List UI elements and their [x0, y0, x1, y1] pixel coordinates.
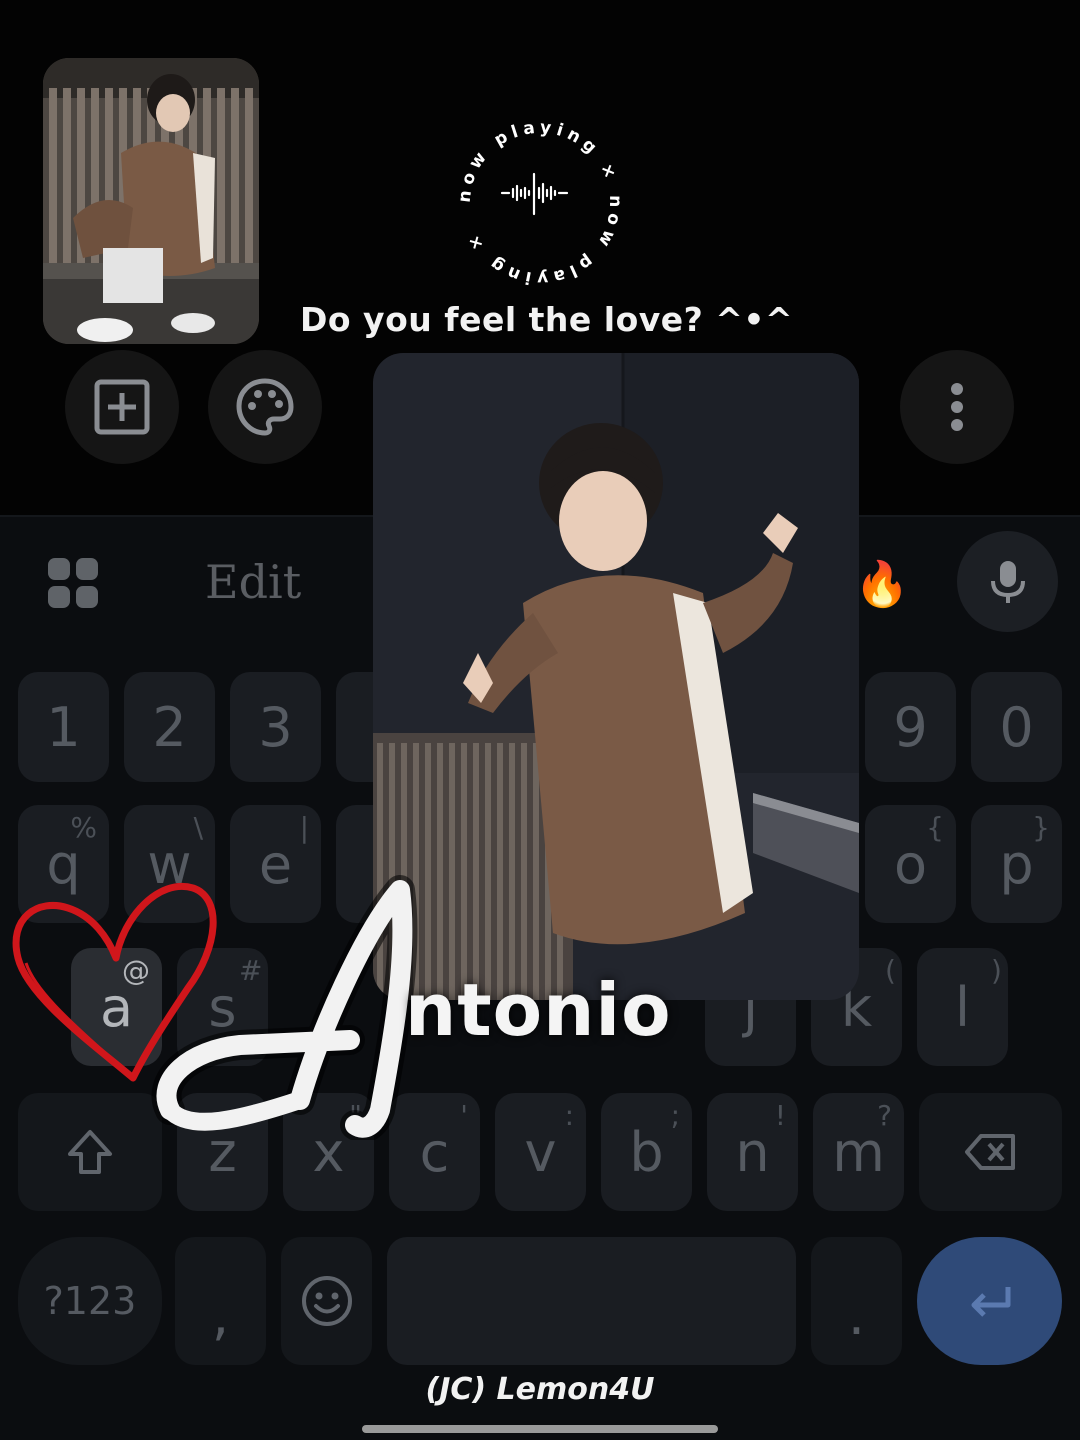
- now-playing-badge: now playing × now playing ×: [447, 110, 633, 296]
- key-o[interactable]: {o: [865, 805, 956, 923]
- comma-key[interactable]: ,: [175, 1237, 266, 1365]
- voice-input-button[interactable]: [957, 531, 1058, 632]
- key-3[interactable]: 3: [230, 672, 321, 782]
- credit-text: (JC) Lemon4U: [425, 1372, 655, 1407]
- tagline: Do you feel the love? ^•^: [300, 300, 794, 339]
- home-indicator[interactable]: [362, 1425, 718, 1433]
- enter-key[interactable]: [917, 1237, 1062, 1365]
- name-initial-text: A: [150, 870, 151, 871]
- space-bar[interactable]: [387, 1237, 796, 1365]
- symbols-key[interactable]: ?123: [18, 1237, 162, 1365]
- add-button[interactable]: [65, 350, 179, 464]
- key-l[interactable]: ) l: [917, 948, 1008, 1066]
- emoji-key[interactable]: [281, 1237, 372, 1365]
- enter-arrow-icon: [971, 1287, 1010, 1317]
- backspace-key[interactable]: [919, 1093, 1062, 1211]
- svg-text:now playing × now playing ×: now playing × now playing ×: [455, 118, 625, 288]
- shift-key[interactable]: [18, 1093, 162, 1211]
- key-9[interactable]: 9: [865, 672, 956, 782]
- key-b[interactable]: ; b: [601, 1093, 692, 1211]
- key-2[interactable]: 2: [124, 672, 215, 782]
- edit-suggestion[interactable]: Edit: [205, 555, 345, 615]
- microphone-icon: [990, 560, 1025, 603]
- key-m[interactable]: ? m: [813, 1093, 904, 1211]
- key-1[interactable]: 1: [18, 672, 109, 782]
- fire-emoji-suggestion[interactable]: 🔥: [852, 555, 912, 615]
- palette-icon: [236, 378, 294, 436]
- key-4-partial[interactable]: [336, 672, 376, 782]
- name-text: ntonio: [405, 968, 672, 1052]
- period-key[interactable]: .: [811, 1237, 902, 1365]
- key-0[interactable]: 0: [971, 672, 1062, 782]
- apps-grid-icon[interactable]: [46, 556, 100, 610]
- more-vert-icon: [951, 383, 963, 431]
- key-v[interactable]: :v: [495, 1093, 586, 1211]
- shift-icon: [68, 1130, 112, 1174]
- key-n[interactable]: ! n: [707, 1093, 798, 1211]
- key-p[interactable]: } p: [971, 805, 1062, 923]
- smiley-icon: [301, 1276, 352, 1326]
- small-photo: [43, 58, 259, 344]
- add-box-icon: [94, 379, 150, 435]
- theme-button[interactable]: [208, 350, 322, 464]
- backspace-icon: [964, 1134, 1015, 1170]
- badge-text: now playing × now playing ×: [455, 118, 620, 288]
- more-options-button[interactable]: [900, 350, 1014, 464]
